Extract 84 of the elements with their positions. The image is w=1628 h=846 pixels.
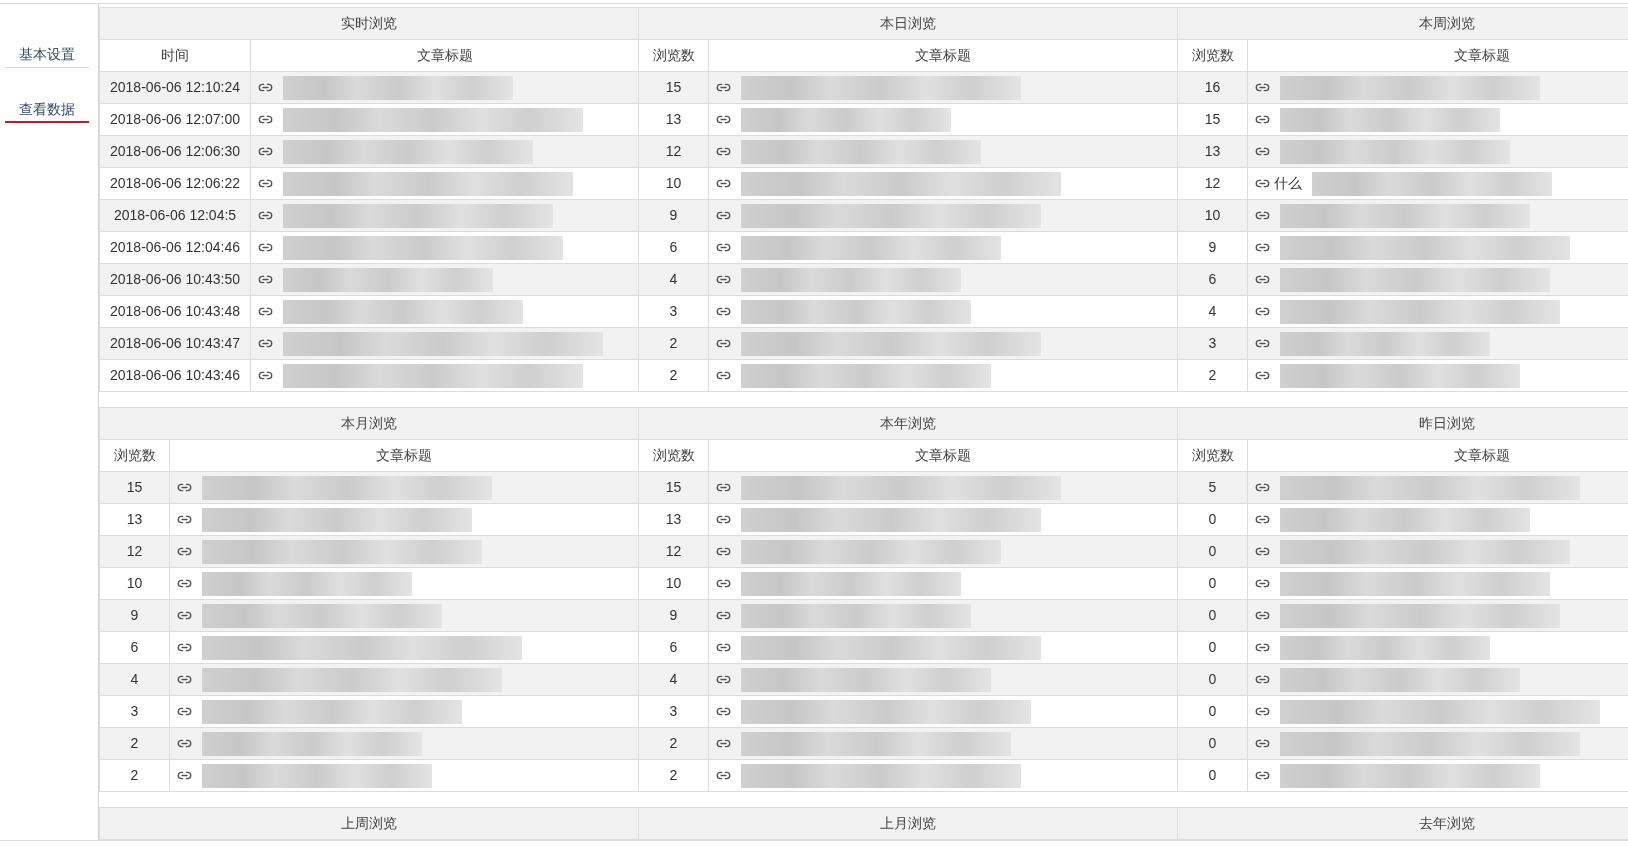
table-cell: 9 [639, 200, 709, 231]
table-cell: 3 [100, 696, 170, 727]
table-cell: 10 [1178, 200, 1248, 231]
table-cell: 13 [639, 504, 709, 535]
column-header: 浏览数 [639, 40, 709, 71]
table-cell: 0 [1178, 568, 1248, 599]
table-cell: 2 [639, 760, 709, 791]
table-cell: 6 [1178, 264, 1248, 295]
table-cell: 2018-06-06 12:07:00 [100, 104, 251, 135]
panel-title: 去年浏览 [1178, 807, 1628, 840]
table-cell: 0 [1178, 536, 1248, 567]
table-cell: 2018-06-06 12:04:46 [100, 232, 251, 263]
panel-title: 本年浏览 [639, 407, 1177, 440]
table-cell: 2 [1178, 360, 1248, 391]
column-header: 文章标题 [415, 46, 474, 65]
panel-title: 昨日浏览 [1178, 407, 1628, 440]
table-cell: 6 [100, 632, 170, 663]
table-cell: 9 [639, 600, 709, 631]
table-cell: 10 [639, 168, 709, 199]
table-cell: 2018-06-06 10:43:46 [100, 360, 251, 391]
table-cell: 0 [1178, 504, 1248, 535]
table-cell: 10 [639, 568, 709, 599]
table-cell: 2018-06-06 10:43:50 [100, 264, 251, 295]
panel-title: 本周浏览 [1178, 7, 1628, 40]
column-header: 文章标题 [1453, 46, 1511, 65]
table-cell: 16 [1178, 72, 1248, 103]
column-header: 文章标题 [1453, 446, 1511, 465]
table-cell: 12 [639, 136, 709, 167]
table-cell: 9 [1178, 232, 1248, 263]
table-cell: 13 [639, 104, 709, 135]
title-text[interactable]: 什么 [1274, 173, 1302, 194]
table-cell: 2018-06-06 10:43:48 [100, 296, 251, 327]
table-cell: 4 [639, 664, 709, 695]
table-cell: 13 [100, 504, 170, 535]
table-cell: 9 [100, 600, 170, 631]
table-cell: 12 [1178, 168, 1248, 199]
table-cell: 12 [639, 536, 709, 567]
panel-title: 实时浏览 [100, 7, 638, 40]
table-cell: 2 [639, 328, 709, 359]
table-cell: 15 [639, 472, 709, 503]
table-cell: 5 [1178, 472, 1248, 503]
panel-title: 上周浏览 [100, 807, 638, 840]
column-header: 浏览数 [1178, 40, 1248, 71]
column-header: 文章标题 [914, 446, 972, 465]
table-cell: 10 [100, 568, 170, 599]
sidebar-link[interactable]: 基本设置 [5, 44, 89, 68]
table-cell: 4 [100, 664, 170, 695]
column-header: 浏览数 [100, 440, 170, 471]
table-cell: 2 [639, 728, 709, 759]
table-cell: 2 [100, 760, 170, 791]
column-header: 时间 [100, 40, 251, 71]
table-cell: 2018-06-06 12:06:30 [100, 136, 251, 167]
table-cell: 2018-06-06 12:10:24 [100, 72, 251, 103]
table-cell: 0 [1178, 696, 1248, 727]
table-cell: 15 [100, 472, 170, 503]
panel-title: 本日浏览 [639, 7, 1177, 40]
table-cell: 4 [639, 264, 709, 295]
table-cell: 2 [100, 728, 170, 759]
table-cell: 0 [1178, 760, 1248, 791]
table-cell: 15 [1178, 104, 1248, 135]
table-cell: 0 [1178, 664, 1248, 695]
table-cell: 3 [1178, 328, 1248, 359]
table-cell: 2 [639, 360, 709, 391]
table-cell: 12 [100, 536, 170, 567]
table-cell: 0 [1178, 728, 1248, 759]
column-header: 文章标题 [375, 446, 433, 465]
table-cell: 3 [639, 296, 709, 327]
table-cell: 0 [1178, 632, 1248, 663]
table-cell: 2018-06-06 10:43:47 [100, 328, 251, 359]
table-cell: 2018-06-06 12:04:5 [100, 200, 251, 231]
table-cell: 13 [1178, 136, 1248, 167]
table-cell: 6 [639, 632, 709, 663]
column-header: 浏览数 [1178, 440, 1248, 471]
table-cell: 3 [639, 696, 709, 727]
panel-title: 上月浏览 [639, 807, 1177, 840]
column-header: 浏览数 [639, 440, 709, 471]
table-cell: 2018-06-06 12:06:22 [100, 168, 251, 199]
table-cell: 15 [639, 72, 709, 103]
panel-title: 本月浏览 [100, 407, 638, 440]
sidebar-link[interactable]: 查看数据 [5, 99, 89, 123]
table-cell: 4 [1178, 296, 1248, 327]
table-cell: 6 [639, 232, 709, 263]
table-cell: 0 [1178, 600, 1248, 631]
column-header: 文章标题 [914, 46, 972, 65]
